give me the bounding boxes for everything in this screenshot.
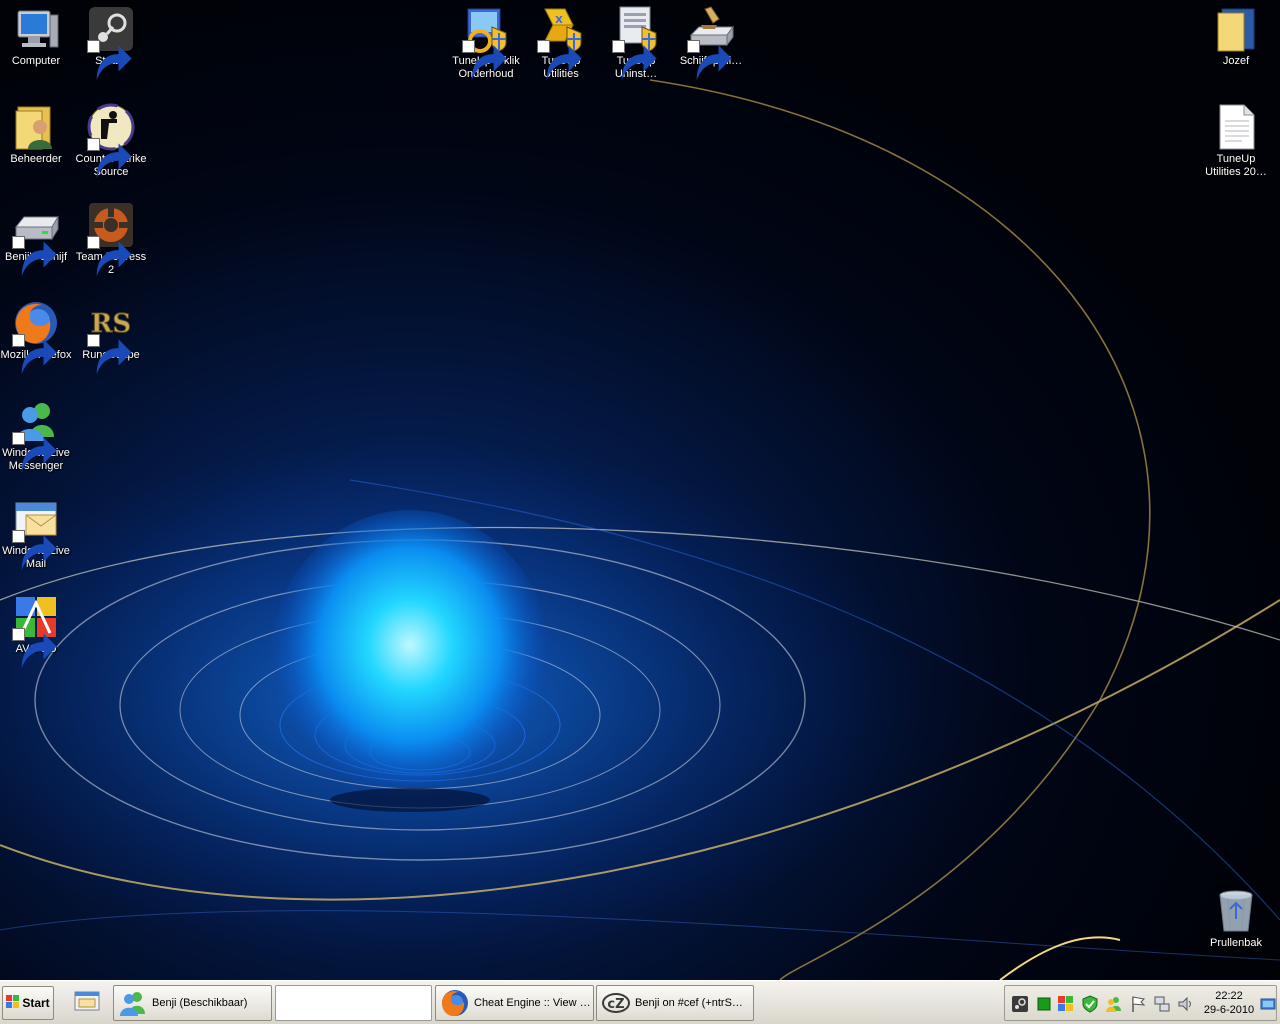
clock[interactable]: 22:22 29-6-2010 [1201,989,1257,1017]
shortcut-arrow-icon [87,40,132,81]
desktop-icon-mozilla-firefox[interactable]: Mozilla Firefox [0,294,74,375]
tuneup-maintenance-icon [462,5,510,81]
runescape-icon: RS [87,299,135,375]
team-fortress-icon [87,201,135,277]
taskbar-button-blank[interactable] [275,985,432,1021]
messenger-icon [118,988,148,1018]
document-icon [1212,103,1260,151]
speaker-icon[interactable] [1177,995,1195,1013]
shortcut-arrow-icon [687,40,732,81]
desktop-icon-label: Prullenbak [1210,937,1262,949]
desktop-icon-label: Beheerder [10,153,62,165]
wallpaper [0,0,1280,980]
desktop-icon-avg[interactable]: AVG 9.0 [0,588,74,669]
flag-icon[interactable] [1129,995,1147,1013]
shortcut-arrow-icon [12,236,57,277]
taskbar-button-messenger[interactable]: Benji (Beschikbaar) [113,985,272,1021]
green-square-icon[interactable] [1035,995,1053,1013]
irc-icon: cZ [601,988,631,1018]
disk-cleanup-icon [687,5,735,81]
steam-icon[interactable] [1011,995,1029,1013]
drive-icon [12,201,60,277]
shortcut-arrow-icon [87,236,132,277]
desktop-icon-label: Jozef [1222,55,1250,67]
network-icon[interactable] [1153,995,1171,1013]
shortcut-arrow-icon [612,40,657,81]
shortcut-arrow-icon [537,40,582,81]
clock-time: 22:22 [1215,990,1243,1002]
shortcut-arrow-icon [12,432,57,473]
desktop-icon-runescape[interactable]: RS RuneScape [73,294,149,375]
firefox-icon [12,299,60,375]
messenger-icon [12,397,60,473]
start-button[interactable]: Start [2,986,54,1020]
quick-launch-show-desktop[interactable] [70,986,104,1020]
avg-icon [12,593,60,669]
taskbar-button-firefox[interactable]: Cheat Engine :: View … [435,985,594,1021]
user-folder-icon [12,103,60,151]
tuneup-icon: X [537,5,585,81]
shortcut-arrow-icon [87,138,132,179]
windows-logo-icon [6,994,20,1012]
desktop-icon-label: TuneUp Utilities 20… [1205,153,1267,178]
desktop-icon-windows-live-messenger[interactable]: Windows Live Messenger [0,392,74,473]
desktop-icon-tuneup-1-klik-onderhoud[interactable]: TuneUp 1-klik Onderhoud [448,0,524,81]
desktop-icon-tuneup-utilities-file[interactable]: TuneUp Utilities 20… [1198,98,1274,179]
shortcut-arrow-icon [12,334,57,375]
firefox-icon [440,988,470,1018]
desktop-icon-prullenbak[interactable]: Prullenbak [1198,882,1274,950]
desktop-icon-tuneup-uninstall[interactable]: TuneUp Uninst… [598,0,674,81]
recycle-bin-icon [1212,887,1260,935]
desktop-icon-steam[interactable]: Steam [73,0,149,81]
messenger-icon[interactable] [1105,995,1123,1013]
desktop-icon-label: Computer [11,55,61,67]
system-tray: 22:22 29-6-2010 [1004,985,1277,1021]
start-label: Start [22,996,50,1010]
desktop-icon-jozef[interactable]: Jozef [1198,0,1274,68]
shortcut-arrow-icon [87,334,132,375]
taskbar-button-label: Cheat Engine :: View … [474,997,591,1009]
show-desktop-icon [73,988,101,1019]
desktop-icon-beheerder[interactable]: Beheerder [0,98,74,166]
shortcut-arrow-icon [462,40,507,81]
svg-text:X: X [555,15,563,26]
taskbar-button-irc[interactable]: cZ Benji on #cef (+ntrS… [596,985,754,1021]
desktop-icon-windows-live-mail[interactable]: Windows Live Mail [0,490,74,571]
tuneup-uninstall-icon [612,5,660,81]
shortcut-arrow-icon [12,628,57,669]
counter-strike-icon [87,103,135,179]
desktop-icon-computer[interactable]: Computer [0,0,74,68]
steam-icon [87,5,135,81]
clock-date: 29-6-2010 [1203,1004,1255,1016]
windows-icon[interactable] [1057,995,1075,1013]
desktop-icon-team-fortress-2[interactable]: Team Fortress 2 [73,196,149,277]
desktop-icon-tuneup-utilities[interactable]: X TuneUp Utilities [523,0,599,81]
svg-text:cZ: cZ [607,997,624,1012]
shortcut-arrow-icon [12,530,57,571]
desktop-icon-schijfopruiming[interactable]: Schijfoprui… [673,0,749,81]
desktop-icon-benjis-schijf[interactable]: Benji's Schijf [0,196,74,277]
mail-icon [12,495,60,571]
taskbar-button-label: Benji on #cef (+ntrS… [635,997,743,1009]
show-desktop-icon[interactable] [1259,995,1277,1013]
folder-icon [1212,5,1260,53]
taskbar-button-label: Benji (Beschikbaar) [152,997,248,1009]
desktop-icon-counter-strike-source[interactable]: Counter-Strike Source [73,98,149,179]
desktop[interactable]: Computer Steam Beheerder Counter-Strike … [0,0,1280,980]
shield-check-icon[interactable] [1081,995,1099,1013]
taskbar: Start Benji (Beschikbaar) Cheat Engine :… [0,980,1280,1024]
computer-icon [12,5,60,53]
